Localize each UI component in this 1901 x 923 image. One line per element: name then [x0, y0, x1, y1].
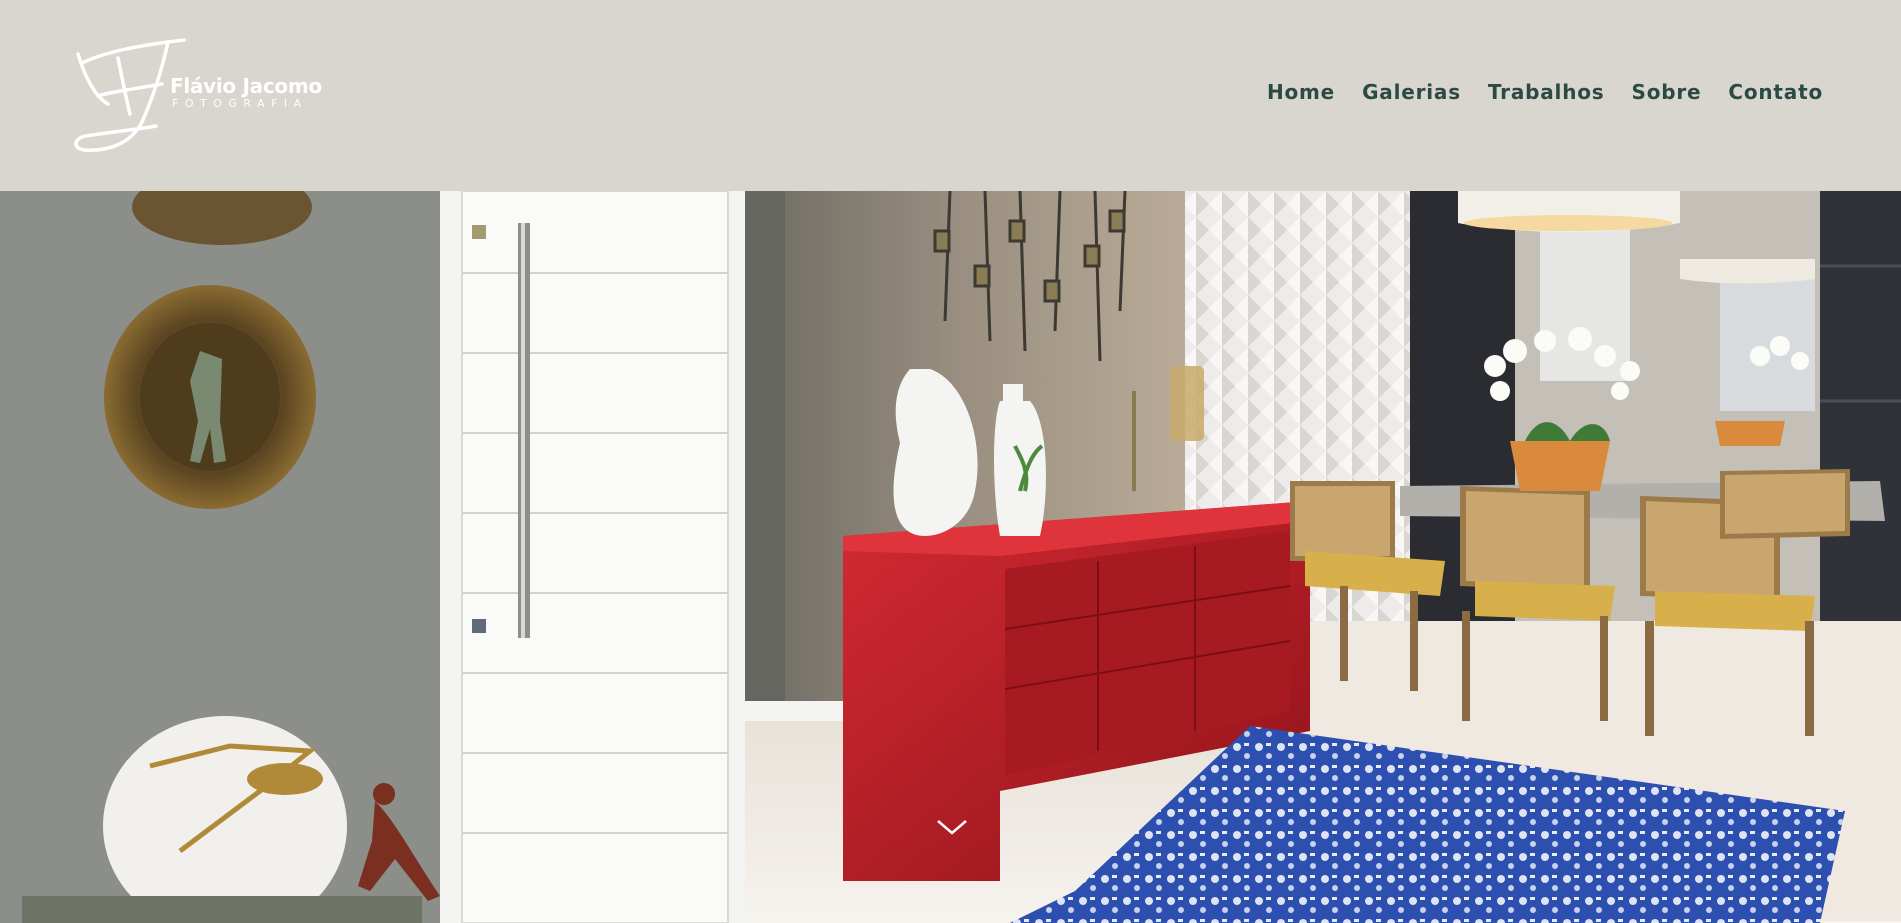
site-header: Flávio Jacomo FOTOGRAFIA Home Galerias T… — [0, 0, 1901, 191]
brand-tagline: FOTOGRAFIA — [172, 97, 308, 110]
nav-item-sobre[interactable]: Sobre — [1631, 80, 1701, 104]
chevron-down-icon[interactable] — [932, 813, 972, 843]
nav-item-trabalhos[interactable]: Trabalhos — [1488, 80, 1605, 104]
site-logo[interactable]: Flávio Jacomo FOTOGRAFIA — [70, 34, 330, 156]
nav-item-galerias[interactable]: Galerias — [1362, 80, 1461, 104]
nav-item-contato[interactable]: Contato — [1728, 80, 1823, 104]
hero-photo — [0, 191, 1901, 923]
brand-name: Flávio Jacomo — [170, 74, 322, 98]
main-nav: Home Galerias Trabalhos Sobre Contato — [1267, 80, 1823, 104]
nav-item-home[interactable]: Home — [1267, 80, 1335, 104]
